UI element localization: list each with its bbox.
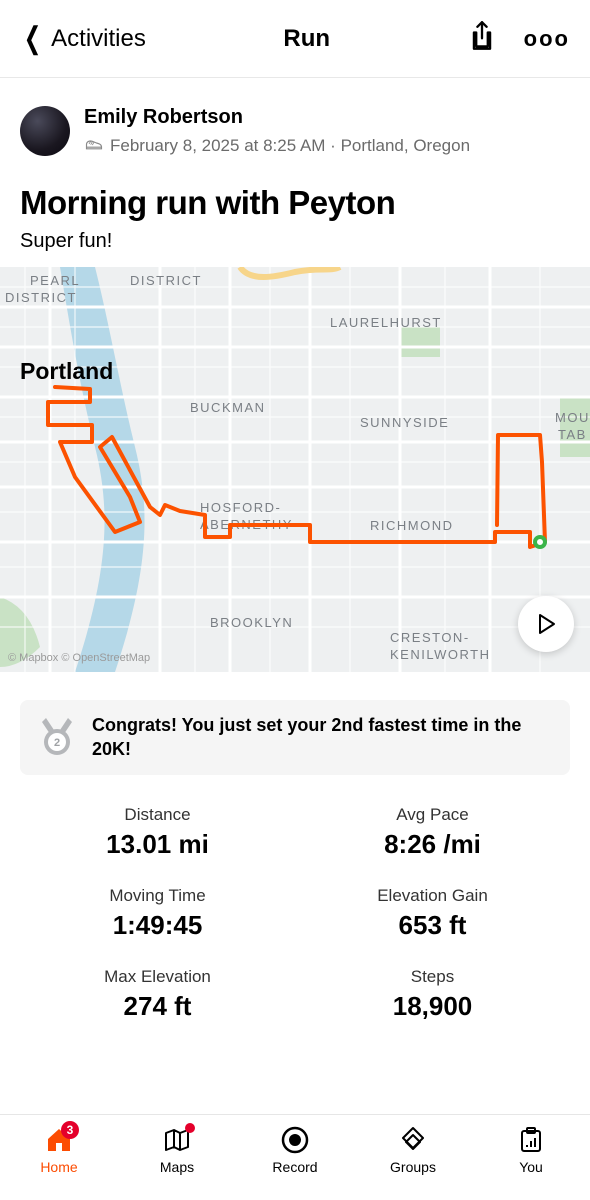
svg-text:BUCKMAN: BUCKMAN — [190, 400, 266, 415]
back-label: Activities — [51, 25, 146, 53]
svg-text:HOSFORD-: HOSFORD- — [200, 500, 281, 515]
svg-text:DISTRICT: DISTRICT — [130, 273, 202, 288]
home-badge: 3 — [61, 1121, 79, 1139]
map[interactable]: PEARL DISTRICT DISTRICT LAURELHURST BUCK… — [0, 267, 590, 672]
tab-record[interactable]: Record — [255, 1125, 335, 1175]
user-name: Emily Robertson — [84, 106, 470, 129]
svg-text:MOU: MOU — [555, 410, 590, 425]
tab-home[interactable]: 3 Home — [19, 1125, 99, 1175]
top-bar: ❮ Activities Run ooo — [0, 0, 590, 78]
stat-avg-pace: Avg Pace 8:26 /mi — [295, 805, 570, 860]
stat-steps: Steps 18,900 — [295, 967, 570, 1022]
activity-description: Super fun! — [0, 230, 590, 267]
avatar[interactable] — [20, 106, 70, 156]
shoe-icon — [84, 133, 104, 158]
chevron-left-icon: ❮ — [24, 21, 42, 56]
tab-you[interactable]: You — [491, 1125, 571, 1175]
medal-icon: 2 — [36, 714, 78, 761]
groups-icon — [398, 1125, 428, 1155]
share-icon — [468, 21, 496, 51]
stat-max-elevation: Max Elevation 274 ft — [20, 967, 295, 1022]
more-icon: ooo — [524, 26, 570, 51]
svg-text:RICHMOND: RICHMOND — [370, 518, 454, 533]
svg-text:SUNNYSIDE: SUNNYSIDE — [360, 415, 449, 430]
tab-groups[interactable]: Groups — [373, 1125, 453, 1175]
achievement-banner[interactable]: 2 Congrats! You just set your 2nd fastes… — [20, 700, 570, 775]
stat-distance: Distance 13.01 mi — [20, 805, 295, 860]
tab-bar: 3 Home Maps Record Groups You — [0, 1114, 590, 1200]
svg-text:PEARL: PEARL — [30, 273, 80, 288]
page-title: Run — [283, 25, 330, 53]
stat-moving-time: Moving Time 1:49:45 — [20, 886, 295, 941]
svg-text:DISTRICT: DISTRICT — [5, 290, 77, 305]
stats-grid: Distance 13.01 mi Avg Pace 8:26 /mi Movi… — [0, 775, 590, 1022]
back-button[interactable]: ❮ Activities — [20, 21, 146, 56]
record-icon — [280, 1125, 310, 1155]
svg-text:2: 2 — [54, 737, 60, 749]
stat-elevation-gain: Elevation Gain 653 ft — [295, 886, 570, 941]
activity-meta: February 8, 2025 at 8:25 AM · Portland, … — [110, 136, 470, 156]
share-button[interactable] — [468, 21, 496, 56]
you-icon — [516, 1125, 546, 1155]
svg-text:BROOKLYN: BROOKLYN — [210, 615, 293, 630]
activity-title: Morning run with Peyton — [0, 166, 590, 230]
play-button[interactable] — [518, 596, 574, 652]
user-row: Emily Robertson February 8, 2025 at 8:25… — [0, 78, 590, 166]
svg-text:LAURELHURST: LAURELHURST — [330, 315, 442, 330]
svg-text:KENILWORTH: KENILWORTH — [390, 647, 490, 662]
more-button[interactable]: ooo — [524, 26, 570, 52]
achievement-text: Congrats! You just set your 2nd fastest … — [92, 714, 554, 761]
maps-badge-dot — [185, 1123, 195, 1133]
map-canvas: PEARL DISTRICT DISTRICT LAURELHURST BUCK… — [0, 267, 590, 672]
map-city-label: Portland — [20, 358, 113, 384]
svg-text:CRESTON-: CRESTON- — [390, 630, 470, 645]
svg-text:TAB: TAB — [558, 427, 587, 442]
map-attribution: © Mapbox © OpenStreetMap — [8, 652, 150, 664]
play-icon — [535, 613, 557, 635]
tab-maps[interactable]: Maps — [137, 1125, 217, 1175]
